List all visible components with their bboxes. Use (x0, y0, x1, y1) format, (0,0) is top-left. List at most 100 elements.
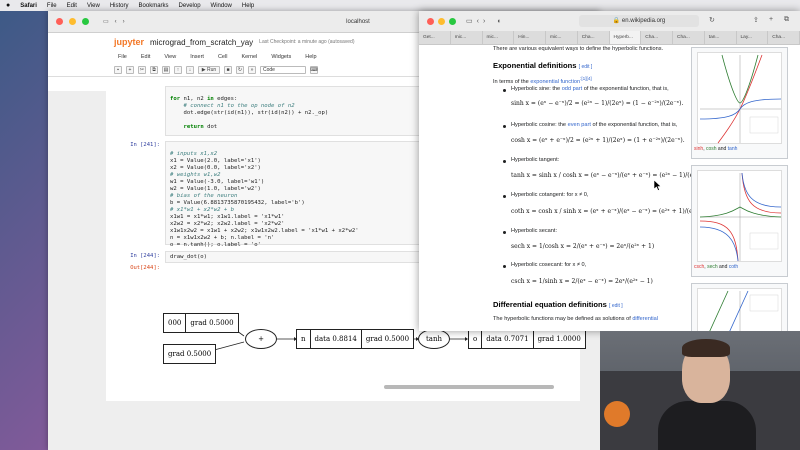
bullet (503, 265, 506, 268)
tab-bar: Get... mic... mic... Hin... mic... Cha..… (419, 31, 800, 45)
text: of the exponential function, that is, (582, 86, 669, 92)
plot-caption: sinh, cosh and tanh (694, 146, 737, 152)
differential-link[interactable]: differential (632, 316, 658, 322)
caption-and: and (717, 264, 729, 270)
node-label: o (469, 330, 483, 348)
flower-decoration (604, 401, 630, 427)
tab-overview-icon[interactable]: ⧉ (784, 16, 789, 24)
exp-intro: In terms of the exponential function:[1]… (493, 76, 592, 85)
text: of the exponential function, that is, (590, 122, 678, 128)
csch-equation: csch x = 1/sinh x = 2/(eˣ − e⁻ˣ) = 2eˣ/(… (511, 278, 653, 285)
tab-11[interactable]: Cha... (768, 31, 800, 44)
edit-link[interactable]: [ edit ] (579, 64, 593, 70)
heading-exponential: Exponential definitions [ edit ] (493, 61, 592, 70)
node-data: data 0.7071 (482, 330, 534, 348)
url-text: en.wikipedia.org (621, 18, 666, 24)
text: Hyperbolic cosine: the (511, 122, 568, 128)
caption-sech: sech (707, 264, 718, 270)
heading-differential: Differential equation definitions [ edit… (493, 300, 623, 309)
tab-10[interactable]: Lay... (737, 31, 769, 44)
forward-icon[interactable]: › (483, 18, 485, 25)
tanh-equation: tanh x = sinh x / cosh x = (eˣ − e⁻ˣ)/(e… (511, 172, 714, 179)
shield-icon[interactable]: ◐ (497, 18, 501, 25)
caption-sinh: sinh (694, 146, 704, 152)
tab-9[interactable]: tan... (705, 31, 737, 44)
exponential-function-link[interactable]: exponential function (530, 79, 580, 85)
graph-node-n: n data 0.8814 grad 0.5000 (296, 329, 415, 349)
tab-7[interactable]: Cha... (641, 31, 673, 44)
new-tab-icon[interactable]: + (769, 16, 773, 23)
plot-image (697, 52, 782, 144)
close-window-icon[interactable] (427, 17, 434, 25)
node-label: n (297, 330, 311, 348)
zoom-window-icon[interactable] (449, 17, 456, 25)
even-part-link[interactable]: even part (568, 122, 591, 128)
node-grad: grad 0.5000 (365, 335, 410, 343)
tanh-desc: Hyperbolic tangent: (511, 157, 560, 163)
sinh-desc: Hyperbolic sine: the odd part of the exp… (511, 86, 669, 92)
citation-link[interactable]: :[1][4] (580, 76, 592, 81)
plot-caption: csch, sech and coth (694, 264, 738, 270)
caption-csch: csch (694, 264, 705, 270)
heading-text: Differential equation definitions (493, 300, 607, 309)
minimize-window-icon[interactable] (438, 17, 445, 25)
caption-cosh: cosh (705, 146, 717, 152)
graph-node-partial-top: 000 grad 0.5000 (163, 313, 239, 333)
cosh-equation: cosh x = (eˣ + e⁻ˣ)/2 = (e²ˣ + 1)/(2eˣ) … (511, 137, 685, 144)
third-plot (709, 290, 779, 331)
sinh-equation: sinh x = (eˣ − e⁻ˣ)/2 = (e²ˣ − 1)/(2eˣ) … (511, 100, 684, 107)
tanh-op-node: tanh (418, 329, 450, 349)
tab-0[interactable]: Get... (419, 31, 451, 44)
output-horizontal-scrollbar[interactable] (384, 385, 554, 389)
tab-3[interactable]: Hin... (514, 31, 546, 44)
bullet (503, 195, 506, 198)
sech-desc: Hyperbolic secant: (511, 228, 558, 234)
back-icon[interactable]: ‹ (477, 18, 479, 25)
tab-2[interactable]: mic... (483, 31, 515, 44)
tab-8[interactable]: Cha... (673, 31, 705, 44)
plot-thumbnail-csch-sech-coth[interactable]: csch, sech and coth (691, 165, 788, 277)
sech-equation: sech x = 1/cosh x = 2/(eˣ + e⁻ˣ) = 2eˣ/(… (511, 243, 655, 250)
right-window-toolbar: ▭ ‹ › ◐ 🔒 en.wikipedia.org ↻ ⇪ + ⧉ (419, 11, 800, 31)
url-bar[interactable]: 🔒 en.wikipedia.org (579, 15, 699, 27)
coth-equation: coth x = cosh x / sinh x = (eˣ + e⁻ˣ)/(e… (511, 208, 713, 215)
plot-image (697, 170, 782, 262)
graph-node-partial-bottom: grad 0.5000 (163, 344, 217, 364)
bullet (503, 231, 506, 234)
caption-coth: coth (728, 264, 739, 270)
tab-1[interactable]: mic... (451, 31, 483, 44)
plot-thumbnail-third[interactable] (691, 283, 788, 331)
heading-text: Exponential definitions (493, 61, 577, 70)
sidebar-icon[interactable]: ▭ (466, 17, 473, 25)
node-grad: grad 0.5000 (168, 350, 212, 358)
tab-hyperbolic-active[interactable]: Hyperb... (609, 31, 642, 44)
node-grad: grad 0.5000 (190, 319, 234, 327)
plot-image (697, 288, 782, 331)
text: In terms of the (493, 78, 531, 85)
plus-op-node: + (245, 329, 277, 349)
odd-part-link[interactable]: odd part (562, 86, 583, 92)
edit-link[interactable]: [ edit ] (609, 303, 623, 309)
caption-and: and (716, 146, 728, 152)
text: Hyperbolic sine: the (511, 86, 562, 92)
wikipedia-browser-window: ▭ ‹ › ◐ 🔒 en.wikipedia.org ↻ ⇪ + ⧉ Get..… (419, 11, 800, 331)
reload-icon[interactable]: ↻ (709, 16, 715, 24)
webcam-overlay (600, 331, 800, 450)
bullet (503, 125, 506, 128)
node-data: 000 (164, 314, 187, 332)
coth-desc: Hyperbolic cotangent: for x ≠ 0, (511, 192, 589, 198)
sinh-cosh-tanh-plot (699, 54, 782, 144)
bullet (503, 89, 506, 92)
tab-5[interactable]: Cha... (578, 31, 610, 44)
cosh-desc: Hyperbolic cosine: the even part of the … (511, 122, 677, 128)
tab-4[interactable]: mic... (546, 31, 578, 44)
plot-thumbnail-sinh-cosh-tanh[interactable]: sinh, cosh and tanh (691, 47, 788, 159)
presenter-hair (682, 339, 730, 357)
node-grad: grad 1.0000 (537, 335, 581, 343)
mouse-cursor (654, 180, 662, 191)
share-icon[interactable]: ⇪ (753, 16, 759, 24)
presenter-body (658, 401, 756, 450)
caption-tanh: tanh (727, 146, 738, 152)
graph-node-o: o data 0.7071 grad 1.0000 (468, 329, 586, 349)
lock-icon: 🔒 (612, 18, 621, 24)
